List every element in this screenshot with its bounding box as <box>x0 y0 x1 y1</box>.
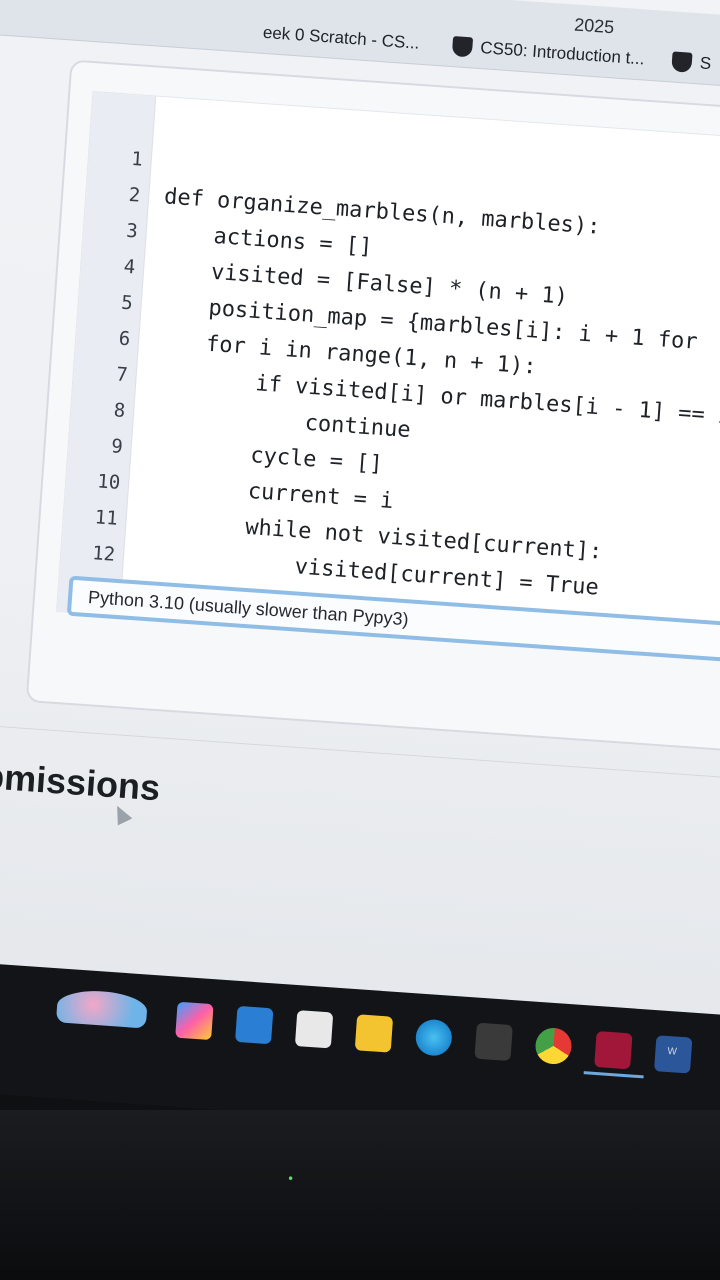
file-explorer-icon[interactable] <box>354 1014 394 1053</box>
tab-label: S <box>699 53 712 74</box>
line-number: 12 <box>91 542 116 566</box>
tab-week0-scratch[interactable]: eek 0 Scratch - CS... <box>262 23 420 54</box>
shield-icon <box>451 36 474 58</box>
shield-icon <box>671 51 693 73</box>
submissions-heading: Submissions <box>0 751 162 809</box>
browser-screen: 2025 eek 0 Scratch - CS... CS50: Introdu… <box>0 0 720 1118</box>
tab-label: CS50: Introduction t... <box>479 38 646 69</box>
store-icon[interactable] <box>474 1022 513 1062</box>
app-icon[interactable] <box>235 1005 274 1045</box>
tab-label: eek 0 Scratch - CS... <box>262 22 421 53</box>
tab-cs50[interactable]: CS50: Introduction t... <box>451 36 646 69</box>
code-editor[interactable]: 1 def organize_marbles(n, marbles): 2 ac… <box>56 91 720 666</box>
webcam-led-icon: • <box>287 1172 295 1186</box>
tab-third[interactable]: S <box>671 51 712 74</box>
tab-title-fragment: 2025 <box>573 14 615 38</box>
copilot-icon[interactable] <box>175 1001 214 1041</box>
active-app-indicator <box>583 1071 644 1079</box>
m-app-icon[interactable] <box>294 1010 334 1049</box>
word-label: W <box>667 1045 678 1058</box>
app-icon[interactable] <box>594 1030 633 1070</box>
code-panel: 1 def organize_marbles(n, marbles): 2 ac… <box>25 59 720 756</box>
monitor-bezel <box>0 1110 720 1280</box>
weather-widget-icon[interactable] <box>55 988 149 1029</box>
edge-browser-icon[interactable] <box>414 1018 453 1057</box>
word-icon[interactable]: W <box>653 1035 693 1074</box>
chrome-icon[interactable] <box>534 1026 573 1066</box>
